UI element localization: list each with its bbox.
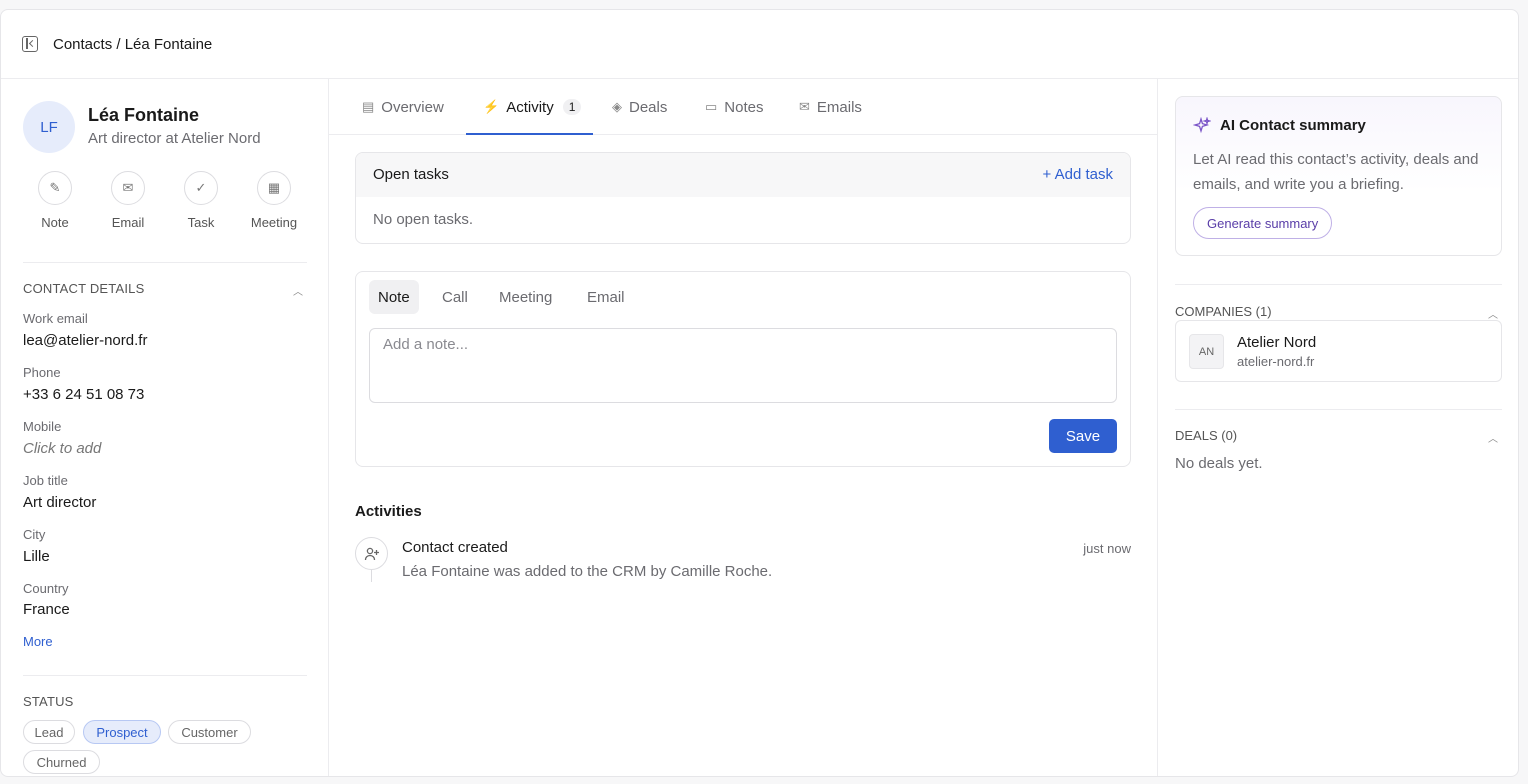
right-sidebar: AI Contact summary Let AI read this cont… (1158, 79, 1518, 776)
contact-subtitle: Art director at Atelier Nord (88, 130, 261, 147)
open-tasks-title: Open tasks (373, 166, 449, 183)
activity-description: Léa Fontaine was added to the CRM by Cam… (402, 563, 773, 580)
contact-details-heading: CONTACT DETAILS (23, 281, 145, 296)
city-value[interactable]: Lille (23, 548, 50, 565)
chevron-up-icon[interactable]: ︿ (1488, 430, 1498, 445)
open-tasks-header: Open tasks + Add task (356, 153, 1130, 197)
tab-activity[interactable]: ⚡ Activity 1 (465, 79, 594, 135)
mail-icon[interactable]: ✉ (111, 171, 145, 205)
quick-action-label: Meeting (250, 215, 298, 230)
tag-icon: ◈ (612, 99, 622, 114)
user-plus-icon (355, 537, 388, 570)
add-task-button[interactable]: + Add task (1043, 166, 1113, 183)
phone-value[interactable]: +33 6 24 51 08 73 (23, 386, 144, 403)
tab-emails[interactable]: ✉ Emails (799, 79, 862, 135)
mobile-value[interactable]: Click to add (23, 440, 101, 457)
open-tasks-empty: No open tasks. (373, 211, 474, 228)
open-tasks-card: Open tasks + Add task No open tasks. (355, 152, 1131, 244)
status-pill-prospect[interactable]: Prospect (83, 720, 161, 744)
company-domain: atelier-nord.fr (1237, 354, 1315, 369)
composer-tab-meeting[interactable]: Meeting (490, 280, 561, 314)
more-link[interactable]: More (23, 634, 53, 649)
sparkle-icon (1192, 116, 1212, 140)
quick-action-label: Note (41, 215, 69, 230)
document-icon: ▤ (362, 99, 375, 114)
field-label: Country (23, 581, 69, 596)
divider (23, 262, 307, 263)
ai-summary-title: AI Contact summary (1220, 117, 1366, 134)
sidebar-toggle-icon[interactable] (22, 36, 38, 52)
activity-timestamp: just now (1083, 541, 1131, 556)
activity-title: Contact created (402, 539, 508, 556)
mail-icon: ✉ (799, 99, 810, 114)
status-pill-churned[interactable]: Churned (23, 750, 100, 774)
tab-label: Emails (816, 98, 862, 116)
quick-action-meeting[interactable]: ▦ Meeting (239, 171, 309, 230)
divider (1175, 284, 1502, 285)
pencil-icon[interactable]: ✎ (38, 171, 72, 205)
field-label: Phone (23, 365, 61, 380)
calendar-icon[interactable]: ▦ (257, 171, 291, 205)
composer-tab-note[interactable]: Note (369, 280, 419, 314)
tab-bar: ▤ Overview ⚡ Activity 1 ◈ Deals ▭ Notes … (329, 79, 1157, 135)
quick-action-note[interactable]: ✎ Note (20, 171, 90, 230)
deals-heading: DEALS (0) (1175, 428, 1238, 443)
avatar: LF (23, 101, 75, 153)
chevron-up-icon[interactable]: ︿ (1488, 306, 1498, 321)
status-pill-customer[interactable]: Customer (168, 720, 251, 744)
field-label: Mobile (23, 419, 62, 434)
activities-heading: Activities (355, 503, 422, 520)
generate-summary-button[interactable]: Generate summary (1193, 207, 1333, 239)
timeline-line (371, 570, 372, 582)
tab-overview[interactable]: ▤ Overview (362, 79, 444, 135)
divider (1175, 409, 1502, 410)
note-input[interactable] (369, 328, 1117, 403)
note-icon: ▭ (705, 99, 718, 114)
field-label: City (23, 527, 46, 542)
quick-action-task[interactable]: ✓ Task (166, 171, 236, 230)
bolt-icon: ⚡ (483, 99, 500, 114)
tab-notes[interactable]: ▭ Notes (705, 79, 763, 135)
save-button[interactable]: Save (1049, 419, 1117, 453)
contact-page: Contacts / Léa Fontaine LF Léa Fontaine … (0, 9, 1519, 777)
composer-tab-email[interactable]: Email (578, 280, 634, 314)
quick-action-label: Email (111, 215, 145, 230)
tab-label: Deals (629, 98, 668, 116)
tab-deals[interactable]: ◈ Deals (612, 79, 667, 135)
quick-action-email[interactable]: ✉ Email (93, 171, 163, 230)
status-heading: STATUS (23, 694, 74, 709)
check-circle-icon[interactable]: ✓ (184, 171, 218, 205)
quick-action-label: Task (187, 215, 215, 230)
contact-name: Léa Fontaine (88, 105, 200, 125)
divider (23, 675, 307, 676)
breadcrumb: Contacts / Léa Fontaine (53, 35, 213, 53)
tab-count-badge: 1 (562, 99, 582, 115)
field-label: Job title (23, 473, 68, 488)
deals-empty: No deals yet. (1175, 455, 1263, 472)
tab-label: Notes (724, 98, 764, 116)
tab-label: Activity (506, 98, 554, 116)
companies-heading: COMPANIES (1) (1175, 304, 1272, 319)
company-card[interactable]: AN Atelier Nord atelier-nord.fr (1175, 320, 1502, 382)
company-logo: AN (1189, 334, 1224, 369)
activity-composer: Note Call Meeting Email Save (355, 271, 1131, 467)
job-title-value[interactable]: Art director (23, 494, 96, 511)
activity-panel: ▤ Overview ⚡ Activity 1 ◈ Deals ▭ Notes … (329, 79, 1158, 776)
country-value[interactable]: France (23, 601, 70, 618)
composer-tab-call[interactable]: Call (433, 280, 477, 314)
contact-sidebar: LF Léa Fontaine Art director at Atelier … (1, 79, 329, 776)
field-label: Work email (23, 311, 88, 326)
company-name: Atelier Nord (1237, 334, 1317, 351)
chevron-up-icon[interactable]: ︿ (293, 283, 303, 298)
ai-summary-description: Let AI read this contact’s activity, dea… (1193, 151, 1479, 193)
top-bar: Contacts / Léa Fontaine (1, 10, 1518, 79)
tab-label: Overview (381, 98, 444, 116)
ai-summary-card: AI Contact summary Let AI read this cont… (1175, 96, 1502, 256)
status-pill-lead[interactable]: Lead (23, 720, 75, 744)
work-email-value[interactable]: lea@atelier-nord.fr (23, 332, 147, 349)
